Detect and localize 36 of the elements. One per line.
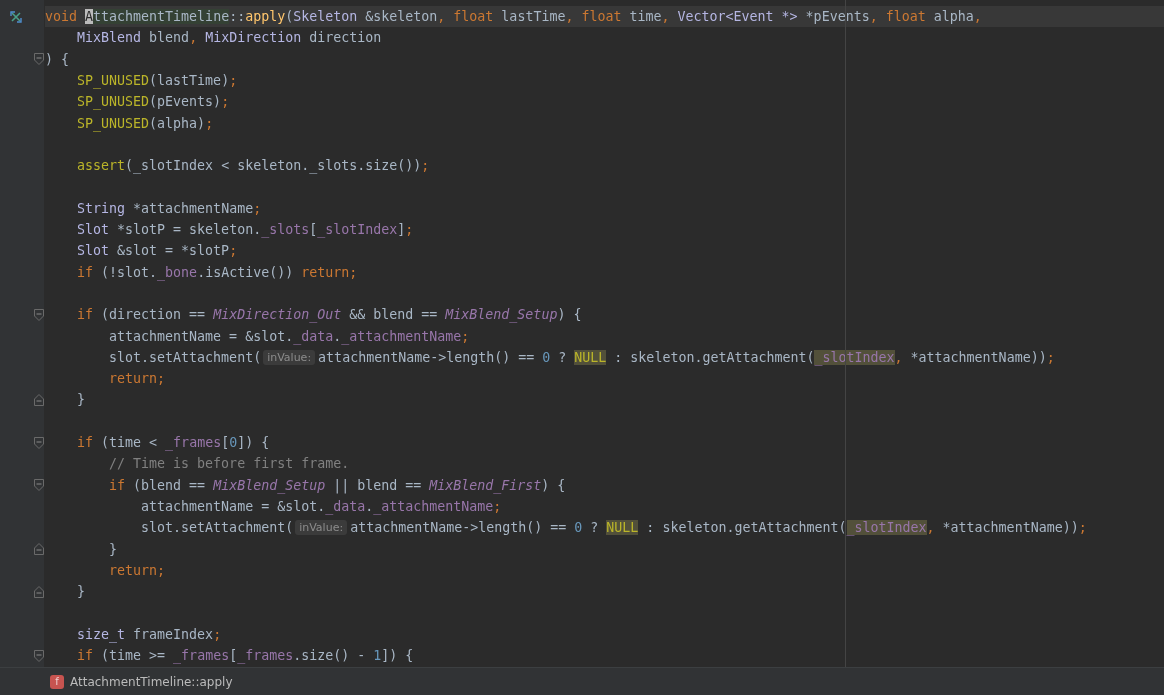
code-line: // Time is before first frame. (108, 455, 351, 474)
code-line: } (108, 540, 119, 559)
code-line: if (time >= _frames[_frames.size() - 1]) { (76, 647, 415, 666)
code-line: Slot &slot = *slotP; (76, 242, 239, 261)
code-line: } (76, 583, 87, 602)
fold-icon[interactable] (34, 436, 44, 449)
function-badge-icon: f (50, 674, 64, 689)
code-line: if (!slot._bone.isActive()) return; (76, 263, 359, 283)
code-line: String *attachmentName; (76, 199, 263, 218)
code-line: return; (108, 370, 167, 389)
code-line: SP_UNUSED(pEvents); (76, 93, 231, 112)
code-line: SP_UNUSED(alpha); (76, 114, 215, 134)
code-line: Slot *slotP = skeleton._slots[_slotIndex]; (76, 221, 415, 240)
code-line: return; (108, 561, 167, 580)
code-line: slot.setAttachment( inValue: attachmentName->length() == 0 ? NULL : skeleton.getAttachment(_slotIndex, *attachmentName)); (108, 348, 1056, 368)
code-line: attachmentName = &slot._data._attachmentName; (140, 497, 503, 517)
code-line: attachmentName = &slot._data._attachmentName; (108, 327, 471, 347)
code-line: SP_UNUSED(lastTime); (76, 72, 239, 91)
fold-icon[interactable] (34, 479, 44, 492)
code-line: slot.setAttachment( inValue: attachmentName->length() == 0 ? NULL : skeleton.getAttachment(_slotIndex, *attachmentName)); (140, 519, 1088, 538)
breadcrumb-item[interactable]: AttachmentTimeline::apply (70, 674, 233, 689)
code-line: assert(_slotIndex < skeleton._slots.size()); (76, 157, 431, 176)
code-line: size_t frameIndex; (76, 625, 223, 645)
fold-icon[interactable] (34, 394, 44, 406)
code-line: if (time < _frames[0]) { (76, 434, 271, 453)
fold-icon[interactable] (34, 543, 44, 556)
fold-icon[interactable] (34, 53, 44, 66)
fold-icon[interactable] (34, 308, 44, 321)
code-line: ) { (45, 50, 71, 69)
code-line: if (direction == MixDirection_Out && blend == MixBlend_Setup) { (76, 306, 583, 325)
crossed-arrows-icon[interactable] (10, 10, 22, 23)
fold-icon[interactable] (34, 649, 44, 662)
code-line: MixBlend blend, MixDirection direction (76, 29, 383, 48)
code-line: } (76, 391, 87, 410)
fold-icon[interactable] (34, 585, 44, 598)
code-line: if (blend == MixBlend_Setup || blend == MixBlend_First) { (108, 476, 567, 496)
